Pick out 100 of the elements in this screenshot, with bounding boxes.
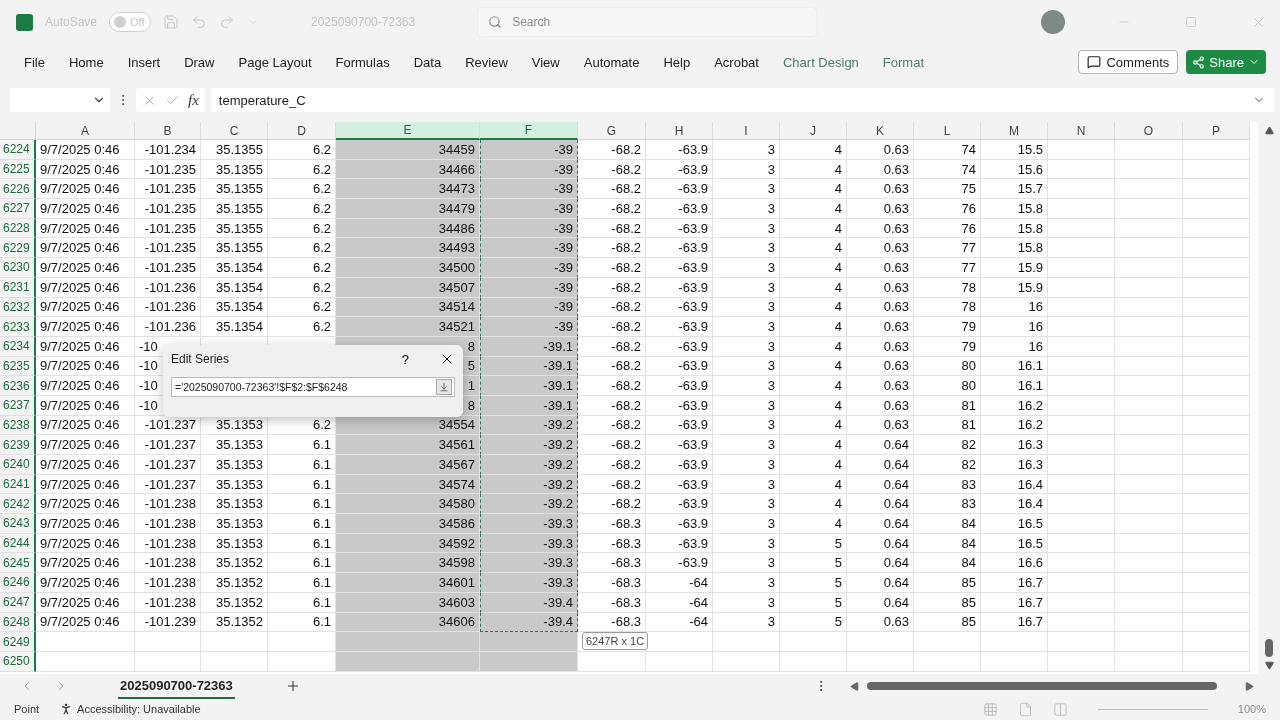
scroll-right-icon[interactable] (1245, 681, 1254, 691)
scroll-up-icon[interactable] (1264, 126, 1274, 135)
scrollbar-thumb[interactable] (1265, 639, 1273, 657)
ribbon-tab[interactable]: Review (465, 54, 508, 70)
ribbon-tab[interactable]: Insert (127, 54, 161, 70)
row-header[interactable]: 6232 (0, 297, 36, 318)
row-header[interactable]: 6235 (0, 356, 36, 377)
ribbon-tab[interactable]: File (24, 54, 45, 70)
scrollbar-thumb[interactable] (867, 682, 1217, 690)
row-header[interactable]: 6227 (0, 199, 36, 219)
ribbon-tab[interactable]: Page Layout (238, 54, 312, 70)
normal-view-icon[interactable] (982, 701, 998, 717)
column-header[interactable]: H (646, 122, 713, 140)
table-cell: 4 (780, 258, 847, 278)
table-cell: 3 (713, 494, 780, 515)
ribbon-tab[interactable]: Automate (583, 54, 640, 70)
column-header[interactable]: I (713, 122, 780, 140)
table-cell: 4 (780, 277, 847, 298)
column-header[interactable]: E (336, 122, 480, 140)
column-header[interactable]: D (268, 122, 336, 140)
row-header[interactable]: 6224 (0, 140, 36, 160)
column-header[interactable]: G (578, 122, 646, 140)
row-header[interactable]: 6240 (0, 455, 36, 475)
search-field[interactable]: Search (477, 7, 818, 37)
row-header[interactable]: 6239 (0, 435, 36, 455)
row-header[interactable]: 6248 (0, 612, 36, 633)
ribbon-tab[interactable]: Format (882, 54, 924, 70)
column-header[interactable]: P (1183, 122, 1250, 140)
avatar[interactable] (1041, 10, 1065, 34)
row-header[interactable]: 6230 (0, 258, 36, 278)
row-header[interactable]: 6244 (0, 533, 36, 554)
row-header[interactable]: 6233 (0, 317, 36, 337)
redo-icon[interactable] (219, 14, 236, 30)
column-header[interactable]: O (1115, 122, 1183, 140)
table-cell: 4 (780, 218, 847, 239)
row-header[interactable]: 6247 (0, 592, 36, 613)
insert-function-button[interactable]: fx (188, 91, 199, 109)
sheet-tab[interactable]: 2025090700-72363 (118, 673, 235, 699)
column-header[interactable]: K (847, 122, 914, 140)
row-header[interactable]: 6243 (0, 514, 36, 534)
column-header[interactable]: A (36, 122, 135, 140)
row-header[interactable]: 6225 (0, 159, 36, 180)
row-header[interactable]: 6241 (0, 474, 36, 495)
row-header[interactable]: 6229 (0, 238, 36, 259)
series-range-field[interactable]: ='2025090700-72363'!$F$2:$F$6248 (171, 377, 455, 397)
column-header[interactable]: L (914, 122, 981, 140)
table-cell: 4 (780, 356, 847, 377)
formula-field[interactable]: temperature_C (210, 88, 1274, 112)
scroll-left-icon[interactable] (850, 681, 859, 691)
comments-button[interactable]: Comments (1078, 50, 1179, 74)
table-cell: -63.9 (646, 277, 713, 298)
zoom-level[interactable]: 100% (1237, 703, 1266, 715)
row-header[interactable]: 6246 (0, 573, 36, 593)
table-cell: 3 (713, 612, 780, 633)
page-break-icon[interactable] (1052, 701, 1068, 717)
page-layout-icon[interactable] (1017, 701, 1033, 717)
row-header[interactable]: 6226 (0, 179, 36, 200)
table-cell: 9/7/2025 0:46 (36, 395, 135, 416)
row-header[interactable]: 6245 (0, 553, 36, 574)
table-cell: 9/7/2025 0:46 (36, 553, 135, 574)
column-header[interactable]: C (201, 122, 268, 140)
row-header[interactable]: 6250 (0, 651, 36, 672)
column-header[interactable]: J (780, 122, 847, 140)
row-header[interactable]: 6234 (0, 336, 36, 357)
ribbon-tab[interactable]: Acrobat (714, 54, 759, 70)
table-cell: 35.1355 (201, 238, 268, 259)
ribbon-tab[interactable]: Home (68, 54, 104, 70)
select-all-corner[interactable] (0, 122, 36, 140)
table-cell: 35.1353 (201, 494, 268, 515)
table-cell: 3 (713, 140, 780, 160)
column-header[interactable]: F (480, 122, 578, 140)
undo-icon[interactable] (191, 14, 208, 30)
table-cell: 35.1354 (201, 317, 268, 337)
accessibility-status[interactable]: Accessibility: Unavailable (77, 703, 201, 715)
table-cell: -101.236 (135, 277, 201, 298)
row-header[interactable]: 6236 (0, 376, 36, 396)
row-header[interactable]: 6237 (0, 395, 36, 416)
row-header[interactable]: 6238 (0, 415, 36, 436)
ribbon-tab[interactable]: Data (413, 54, 442, 70)
restore-icon[interactable] (1185, 16, 1197, 28)
ribbon-tab[interactable]: Draw (184, 54, 215, 70)
table-cell: -68.2 (578, 376, 646, 396)
row-header[interactable]: 6228 (0, 218, 36, 239)
row-header[interactable]: 6242 (0, 494, 36, 515)
row-header[interactable]: 6249 (0, 632, 36, 652)
ribbon-tab[interactable]: Chart Design (782, 54, 859, 70)
ribbon-tab[interactable]: Help (663, 54, 691, 70)
scroll-down-icon[interactable] (1264, 661, 1274, 670)
row-header[interactable]: 6231 (0, 277, 36, 298)
column-header[interactable]: N (1048, 122, 1115, 140)
column-header[interactable]: B (135, 122, 201, 140)
save-icon[interactable] (163, 14, 180, 30)
ribbon-tab[interactable]: Formulas (335, 54, 390, 70)
name-box[interactable] (10, 88, 110, 112)
table-cell: 34592 (336, 533, 480, 554)
share-button[interactable]: Share (1186, 50, 1266, 74)
ribbon-tab[interactable]: View (531, 54, 560, 70)
collapse-dialog-button[interactable] (436, 379, 452, 395)
table-cell: -63.9 (646, 474, 713, 495)
column-header[interactable]: M (981, 122, 1048, 140)
